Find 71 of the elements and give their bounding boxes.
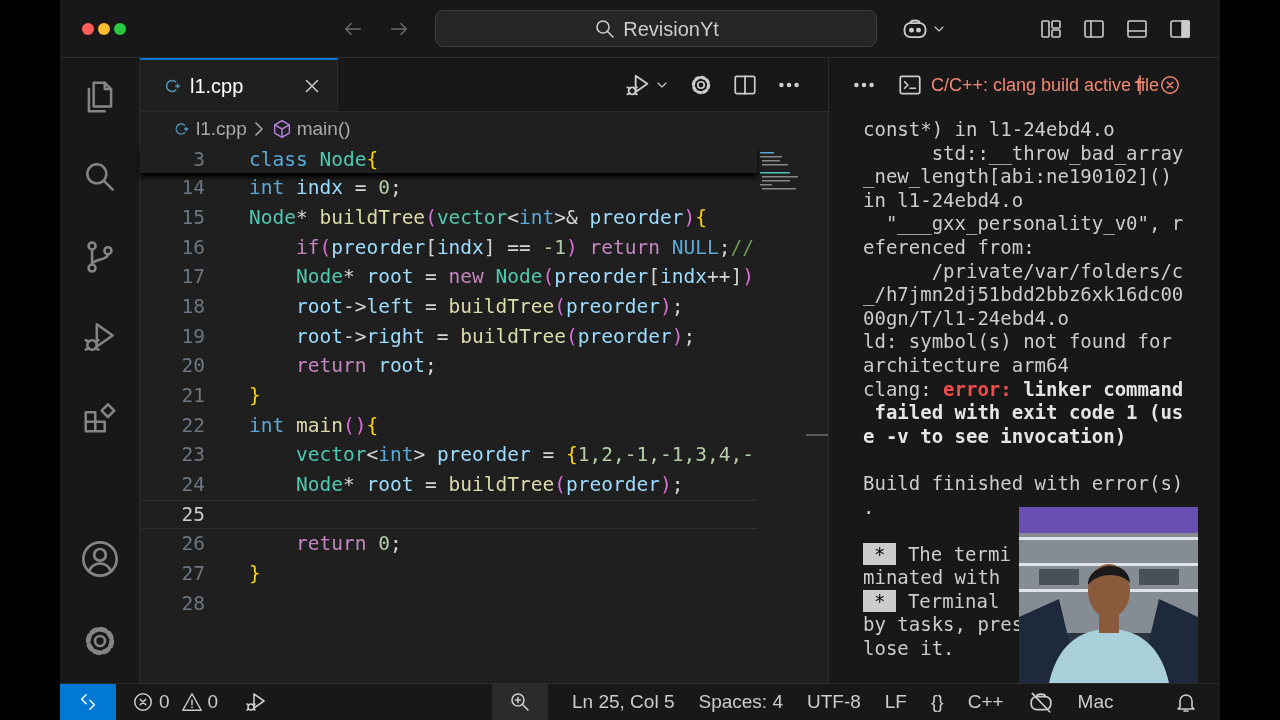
line-number: 22 <box>180 412 205 439</box>
terminal-line: lose it. <box>863 637 956 661</box>
terminal-line: minated with <box>863 566 1002 590</box>
code-line: return root; <box>294 353 437 380</box>
line-number: 21 <box>180 383 205 410</box>
problems-status[interactable]: 0 0 <box>132 687 219 717</box>
line-number: 28 <box>180 590 205 617</box>
terminal-line: const*) in l1-24ebd4.o <box>863 118 1116 142</box>
terminal-line: in l1-24ebd4.o <box>863 188 1025 213</box>
status-item[interactable]: {} <box>931 687 944 717</box>
minimap <box>760 152 801 190</box>
line-number: 25 <box>180 501 205 528</box>
terminal-line: failed with exit code 1 (us <box>873 401 1185 425</box>
line-number: 27 <box>180 561 205 588</box>
terminal-line: _new_length[abi:ne190102]() <box>863 165 1173 189</box>
line-number: 26 <box>180 531 205 558</box>
terminal-line: eferenced from: <box>863 235 1036 260</box>
line-number: 14 <box>180 175 205 202</box>
status-item[interactable]: LF <box>884 687 907 717</box>
terminal-line: ld: symbol(s) not found for <box>863 330 1173 354</box>
line-number: 3 <box>192 146 205 173</box>
breadcrumb-item[interactable]: main() <box>296 114 351 144</box>
code-line: } <box>249 383 261 410</box>
line-number: 23 <box>180 442 205 469</box>
account-icon[interactable] <box>79 539 120 579</box>
terminal-line: Build finished with error(s) <box>863 471 1185 496</box>
code-line: return 0; <box>294 531 402 558</box>
breadcrumb-item[interactable]: l1.cpp <box>196 114 247 144</box>
line-number: 16 <box>180 234 205 261</box>
terminal-line: /private/var/folders/c <box>930 259 1185 284</box>
warning-icon <box>180 691 203 713</box>
code-line: vector<int> preorder = {1,2,-1,-1,3,4,- <box>294 442 754 469</box>
terminal-line: clang: error: linker command <box>863 377 1185 402</box>
line-number: 18 <box>180 293 205 320</box>
status-item[interactable]: Mac <box>1077 687 1114 717</box>
status-item[interactable]: Spaces: 4 <box>698 687 783 717</box>
line-number: 20 <box>180 353 205 380</box>
line-number: 19 <box>180 323 205 350</box>
code-line: int main(){ <box>249 412 379 439</box>
status-item[interactable]: Ln 25, Col 5 <box>572 687 675 717</box>
editor-tab[interactable]: l1.cpp <box>140 58 338 111</box>
terminal-line: _/h7jmn2dj51bdd2bbz6xk16dc00 <box>863 283 1185 307</box>
terminal-icon <box>897 72 923 98</box>
close-circle-icon[interactable] <box>1159 74 1182 96</box>
terminal-line: std::__throw_bad_array <box>930 141 1185 166</box>
robot-off-icon[interactable] <box>1027 689 1054 715</box>
chevron-right-icon <box>254 122 263 136</box>
line-number: 24 <box>180 472 205 499</box>
zoom-button[interactable] <box>492 684 548 720</box>
code-line: Node* root = buildTree(preorder); <box>294 472 684 499</box>
zoom-icon <box>508 690 532 714</box>
scrollbar-thumb[interactable] <box>806 434 828 436</box>
terminal-line: architecture arm64 <box>863 353 1070 378</box>
terminal-line: e -v to see invocation) <box>863 424 1128 449</box>
code-line: Node* root = new Node(preorder[indx++]) <box>294 264 754 291</box>
code-line: Node* buildTree(vector<int>& preorder){ <box>249 204 707 231</box>
sticky-code-line: class Node{ <box>249 146 379 173</box>
status-item[interactable]: C++ <box>967 687 1004 717</box>
status-item[interactable]: UTF-8 <box>806 687 861 717</box>
code-line: } <box>249 561 261 588</box>
terminal-line: 00gn/T/l1-24ebd4.o <box>863 306 1070 331</box>
line-number: 17 <box>180 264 205 291</box>
code-line: root->left = buildTree(preorder); <box>294 293 684 320</box>
line-number: 15 <box>180 204 205 231</box>
terminal-line: "___gxx_personality_v0", r <box>884 212 1185 236</box>
search-field[interactable]: RevisionYt <box>435 10 877 47</box>
error-icon <box>132 691 154 713</box>
code-line: if(preorder[indx] == -1) return NULL;// <box>294 234 754 261</box>
terminal-line: . <box>863 495 876 520</box>
code-line: root->right = buildTree(preorder); <box>294 323 696 350</box>
code-line: int indx = 0; <box>249 175 402 202</box>
